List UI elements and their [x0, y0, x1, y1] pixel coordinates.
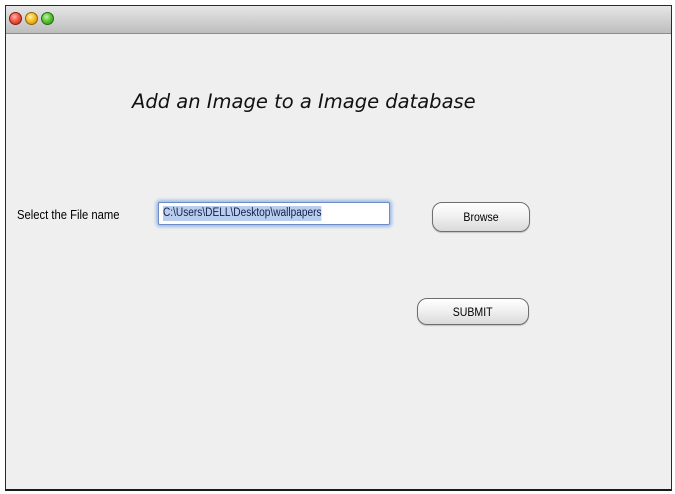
page-title: Add an Image to a Image database [132, 90, 476, 113]
file-path-input[interactable]: C:\Users\DELL\Desktop\wallpapers [158, 202, 390, 225]
browse-button[interactable]: Browse [432, 202, 530, 232]
submit-button[interactable]: SUBMIT [417, 298, 529, 325]
file-name-label: Select the File name [17, 208, 120, 222]
browse-button-label: Browse [463, 210, 499, 224]
app-window: Add an Image to a Image database Select … [5, 5, 672, 491]
close-icon[interactable] [9, 12, 22, 25]
minimize-icon[interactable] [25, 12, 38, 25]
title-bar[interactable] [6, 6, 671, 34]
zoom-icon[interactable] [41, 12, 54, 25]
submit-button-label: SUBMIT [453, 304, 493, 319]
file-path-value: C:\Users\DELL\Desktop\wallpapers [163, 206, 322, 221]
